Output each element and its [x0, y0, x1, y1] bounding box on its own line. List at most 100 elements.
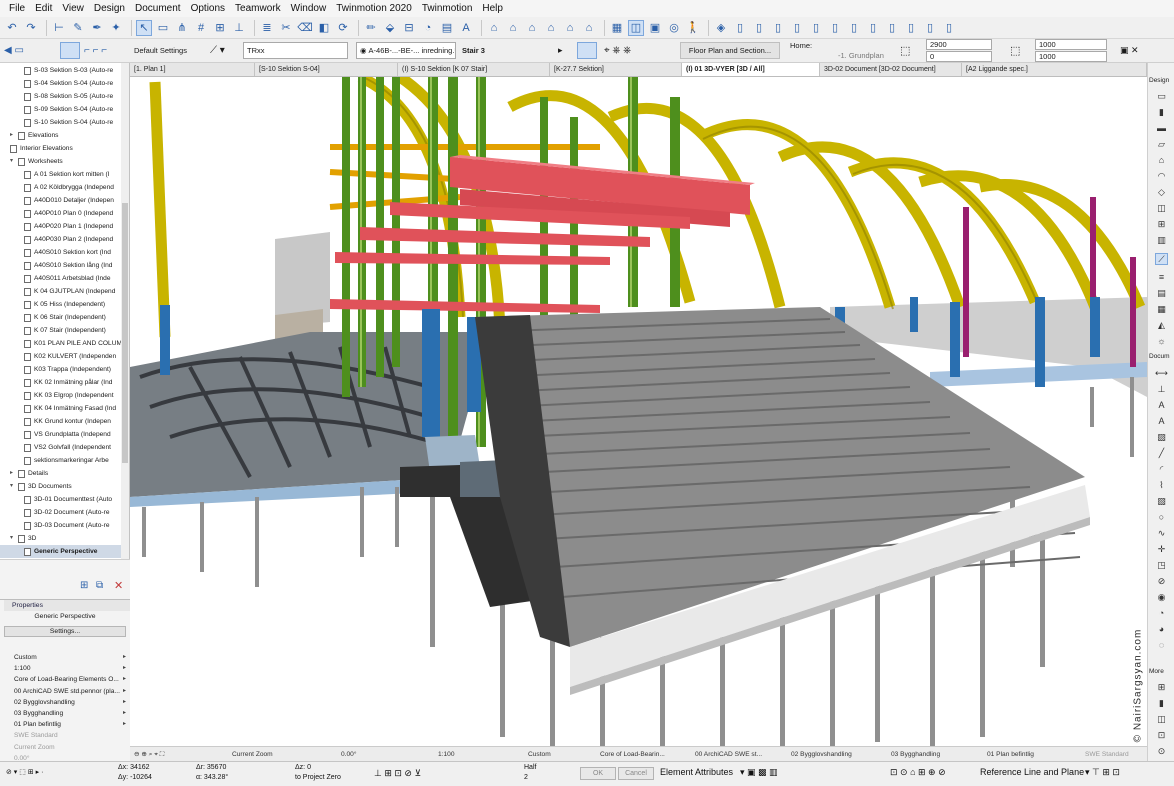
zoom-value[interactable]: Current Zoom: [232, 749, 273, 760]
rotate-icon[interactable]: ⟳: [335, 20, 351, 36]
menu-item-options[interactable]: Options: [186, 3, 230, 14]
properties-header[interactable]: Properties: [4, 600, 130, 611]
navigator-item[interactable]: K 04 GJUTPLAN (Independ: [0, 285, 121, 298]
line-tool-icon[interactable]: ╱: [1155, 447, 1168, 459]
cancel-button[interactable]: Cancel: [618, 767, 654, 780]
navigator-item[interactable]: S-09 Sektion S-04 (Auto-re: [0, 103, 121, 116]
geometry-method-icons[interactable]: ◀ ▭: [4, 42, 24, 59]
property-row[interactable]: 01 Plan befintlig ▸: [0, 719, 130, 730]
width-2-field[interactable]: 1000: [1035, 51, 1107, 62]
navigator-item[interactable]: K02 KULVERT (Independen: [0, 350, 121, 363]
detail-icon[interactable]: ◔: [420, 20, 436, 36]
reference-line-dropdown[interactable]: Reference Line and Plane: [980, 767, 1084, 777]
navigator-item[interactable]: A40P020 Plan 1 (Independ: [0, 220, 121, 233]
navigator-item[interactable]: K 05 Hiss (Independent): [0, 298, 121, 311]
view-5-icon[interactable]: ▯: [808, 20, 824, 36]
delete-view-icon[interactable]: ✕: [114, 579, 123, 592]
delta-z[interactable]: Δz: 0: [295, 764, 311, 771]
chevron-down-icon[interactable]: ▾: [10, 480, 16, 493]
navigator-item[interactable]: A40S011 Arbetsblad (Inde: [0, 272, 121, 285]
tab-3[interactable]: (I) S-10 Sektion [K 07 Stair]: [398, 63, 550, 76]
chevron-right-icon[interactable]: ▸: [123, 686, 126, 697]
navigator-item[interactable]: A40S010 Sektion kort (Ind: [0, 246, 121, 259]
navigator-item[interactable]: VS Grundplatta (Independ: [0, 428, 121, 441]
menu-item-design[interactable]: Design: [89, 3, 130, 14]
settings-button[interactable]: Settings...: [4, 626, 126, 637]
curtain-wall-tool-icon[interactable]: ▥: [1155, 234, 1168, 246]
navigator-item[interactable]: A40P030 Plan 2 (Independ: [0, 233, 121, 246]
stair-3d-icon[interactable]: [577, 42, 597, 59]
favorites-label[interactable]: Default Settings: [134, 42, 187, 59]
pencil-icon[interactable]: ✏: [363, 20, 379, 36]
property-row[interactable]: 0.00°: [0, 753, 130, 761]
view-10-icon[interactable]: ▯: [903, 20, 919, 36]
roof-tool-icon[interactable]: ⌂: [1155, 154, 1168, 166]
building-3-icon[interactable]: ⌂: [543, 20, 559, 36]
navigator-item[interactable]: K01 PLAN PILE AND COLUM: [0, 337, 121, 350]
spline-tool-icon[interactable]: ∿: [1155, 527, 1168, 539]
home-icon[interactable]: ⌂: [486, 20, 502, 36]
reference-tools-icons[interactable]: ▾ ⊤ ⊞ ⊡: [1085, 767, 1120, 778]
arc-tool-icon[interactable]: ◜: [1155, 463, 1168, 475]
view-tools-icons[interactable]: ⊡ ⊙ ⌂ ⊞ ⊕ ⊘: [890, 767, 946, 778]
polyline-tool-icon[interactable]: ⌇: [1155, 479, 1168, 491]
section-tool-icon[interactable]: ⊘: [1155, 575, 1168, 587]
dimension-standard-value[interactable]: SWE Standard: [1085, 749, 1129, 760]
stair-geometry-icon[interactable]: [60, 42, 80, 59]
change-tool-icon[interactable]: ◌: [1155, 639, 1168, 651]
worksheet-tool-icon[interactable]: ◕: [1155, 623, 1168, 635]
navigator-item[interactable]: S-10 Sektion S-04 (Auto-re: [0, 116, 121, 129]
redo-icon[interactable]: ↷: [23, 20, 39, 36]
navigator-item[interactable]: S-08 Sektion S-05 (Auto-re: [0, 90, 121, 103]
tab-4[interactable]: [K-27.7 Sektion]: [550, 63, 682, 76]
delta-r[interactable]: Δr: 35670: [196, 764, 226, 771]
marquee-icon[interactable]: ▭: [155, 20, 171, 36]
chevron-right-icon[interactable]: ▸: [10, 129, 16, 142]
label-tool-icon[interactable]: A: [1155, 415, 1168, 427]
zone-tool-icon[interactable]: ▦: [1155, 303, 1168, 315]
navigator-item[interactable]: ▸ Elevations: [0, 129, 121, 142]
view-6-icon[interactable]: ▯: [827, 20, 843, 36]
syringe-icon[interactable]: ✒: [89, 20, 105, 36]
view-11-icon[interactable]: ▯: [922, 20, 938, 36]
property-row[interactable]: 02 Bygglovshandling ▸: [0, 697, 130, 708]
pen-set-value[interactable]: 00 ArchiCAD SWE st...: [695, 749, 762, 760]
column-tool-icon[interactable]: ▮: [1155, 106, 1168, 118]
magnet-icon[interactable]: ⋔: [174, 20, 190, 36]
ok-button[interactable]: OK: [580, 767, 616, 780]
mesh-tool-icon[interactable]: ◭: [1155, 319, 1168, 331]
eraser-icon[interactable]: ⌫: [297, 20, 313, 36]
building-5-icon[interactable]: ⌂: [581, 20, 597, 36]
detail-tool-icon[interactable]: ◔: [1155, 607, 1168, 619]
scale-value[interactable]: 1:100: [438, 749, 455, 760]
property-row[interactable]: 00 ArchiCAD SWE std.pennor (pla... ▸: [0, 686, 130, 697]
view-filter-icon[interactable]: ◈: [713, 20, 729, 36]
chevron-down-icon[interactable]: ▾: [10, 155, 16, 168]
property-row[interactable]: Custom ▸: [0, 652, 130, 663]
elevation-tool-icon[interactable]: ◉: [1155, 591, 1168, 603]
label-icon[interactable]: A: [458, 20, 474, 36]
camera-tool-icon[interactable]: ⊙: [1155, 745, 1168, 757]
eyedropper-icon[interactable]: ✎: [70, 20, 86, 36]
navigator-item[interactable]: S-03 Sektion S-03 (Auto-re: [0, 64, 121, 77]
navigator-item[interactable]: sektionsmarkeringar Arbe: [0, 454, 121, 467]
stair-display-icons[interactable]: ⌖ ⎈ ⎈: [604, 42, 631, 59]
chevron-down-icon[interactable]: ▾ ▣ ▩ ▥: [740, 767, 778, 778]
half-value[interactable]: 2: [524, 774, 528, 781]
undo-icon[interactable]: ↶: [4, 20, 20, 36]
building-4-icon[interactable]: ⌂: [562, 20, 578, 36]
layer-combo-value[interactable]: 02 Bygglovshandling: [791, 749, 852, 760]
chevron-right-icon[interactable]: ▸: [123, 719, 126, 730]
stair-variant-icons[interactable]: ⌐ ⌐ ⌐: [84, 42, 107, 59]
walk-icon[interactable]: 🚶: [685, 20, 701, 36]
scissors-icon[interactable]: ✂: [278, 20, 294, 36]
offset-field[interactable]: 0: [926, 51, 992, 62]
morph-tool-icon[interactable]: ◇: [1155, 186, 1168, 198]
view-9-icon[interactable]: ▯: [884, 20, 900, 36]
height-field[interactable]: 2900: [926, 39, 992, 50]
custom-value[interactable]: Custom: [528, 749, 551, 760]
view-3-icon[interactable]: ▯: [770, 20, 786, 36]
graphic-override-value[interactable]: 03 Bygghandling: [891, 749, 940, 760]
navigator-item[interactable]: K 07 Stair (Independent): [0, 324, 121, 337]
grid-snap-icon[interactable]: ⊞: [212, 20, 228, 36]
